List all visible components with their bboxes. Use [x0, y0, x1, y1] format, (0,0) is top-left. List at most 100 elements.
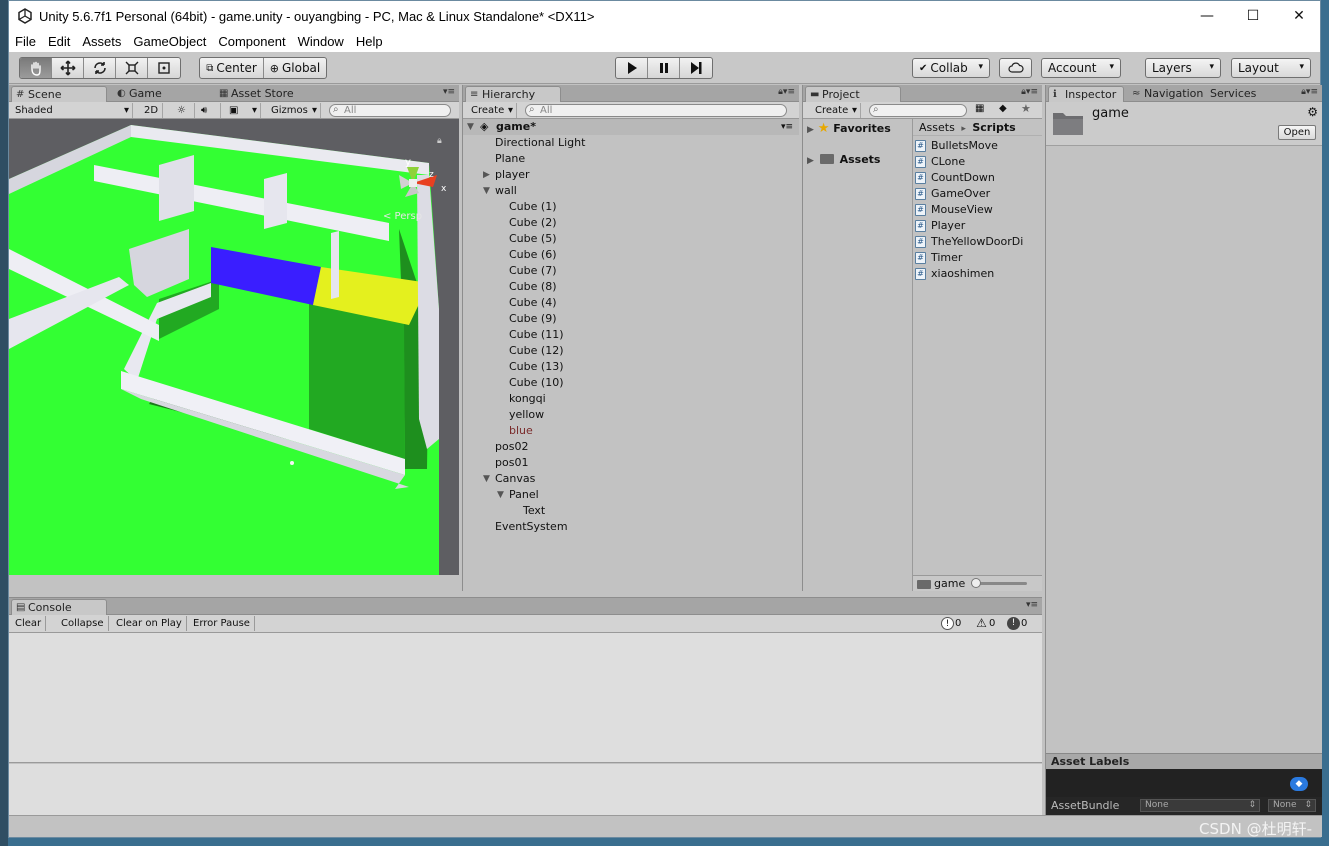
search-by-type-icon[interactable]: ▦: [975, 103, 984, 114]
open-button[interactable]: Open: [1278, 125, 1316, 140]
hand-tool-button[interactable]: [20, 58, 52, 78]
tab-project[interactable]: ▬ Project: [805, 86, 901, 102]
hierarchy-item[interactable]: Cube (8): [463, 279, 799, 295]
icon-size-slider[interactable]: [971, 578, 1027, 588]
audio-toggle[interactable]: 🔊︎: [197, 103, 221, 118]
settings-gear-icon[interactable]: ⚙: [1307, 105, 1318, 119]
rect-tool-button[interactable]: [148, 58, 180, 78]
expand-toggle-icon[interactable]: ▶: [483, 167, 490, 183]
favorite-star-icon[interactable]: ★: [1021, 102, 1031, 115]
hierarchy-item[interactable]: Cube (11): [463, 327, 799, 343]
close-button[interactable]: ✕: [1276, 1, 1322, 31]
tab-hierarchy[interactable]: ≡ Hierarchy: [465, 86, 561, 102]
rotate-tool-button[interactable]: [84, 58, 116, 78]
project-search-input[interactable]: [869, 104, 967, 117]
console-detail-area[interactable]: [9, 764, 1042, 816]
tab-services[interactable]: Services: [1206, 86, 1272, 102]
minimize-button[interactable]: —: [1184, 1, 1230, 31]
slider-thumb[interactable]: [971, 578, 981, 588]
layers-dropdown[interactable]: Layers ▾: [1145, 58, 1221, 78]
expand-toggle-icon[interactable]: ▼: [467, 119, 474, 135]
hierarchy-item[interactable]: Cube (9): [463, 311, 799, 327]
scene-search-input[interactable]: All: [329, 104, 451, 117]
error-count-toggle[interactable]: ! 0: [1005, 616, 1031, 631]
script-item[interactable]: # Player: [915, 218, 965, 234]
hierarchy-item[interactable]: pos02: [463, 439, 799, 455]
hierarchy-item[interactable]: yellow: [463, 407, 799, 423]
panel-menu-icon[interactable]: 🔒︎▾≡: [1021, 87, 1038, 97]
2d-toggle[interactable]: 2D: [139, 103, 163, 118]
console-error-pause-button[interactable]: Error Pause: [189, 616, 255, 631]
hierarchy-item[interactable]: Cube (13): [463, 359, 799, 375]
menu-window[interactable]: Window: [292, 34, 350, 49]
menu-component[interactable]: Component: [212, 34, 291, 49]
breadcrumb-assets[interactable]: Assets: [919, 121, 955, 134]
expand-toggle-icon[interactable]: ▼: [483, 471, 490, 487]
script-item[interactable]: # TheYellowDoorDi: [915, 234, 1023, 250]
tab-game[interactable]: ◐ Game: [113, 86, 195, 102]
step-button[interactable]: [680, 58, 712, 78]
collab-dropdown[interactable]: ✔ Collab ▾: [912, 58, 990, 78]
panel-menu-icon[interactable]: 🔒︎▾≡: [1301, 87, 1318, 97]
project-create-dropdown[interactable]: Create ▾: [811, 103, 861, 118]
hierarchy-item[interactable]: Directional Light: [463, 135, 799, 151]
script-item[interactable]: # MouseView: [915, 202, 993, 218]
favorites-row[interactable]: ▶ ★ Favorites: [807, 121, 891, 137]
console-clear-on-play-button[interactable]: Clear on Play: [112, 616, 187, 631]
hierarchy-item[interactable]: Cube (1): [463, 199, 799, 215]
tab-inspector[interactable]: ℹ Inspector: [1048, 86, 1124, 102]
asset-bundle-dropdown[interactable]: None ⇕: [1140, 799, 1260, 812]
scene-root-row[interactable]: ▼ ◈ game* ▾≡: [463, 119, 799, 135]
hierarchy-item[interactable]: EventSystem: [463, 519, 799, 535]
search-by-label-icon[interactable]: ◆: [999, 103, 1007, 114]
asset-variant-dropdown[interactable]: None ⇕: [1268, 799, 1316, 812]
lighting-toggle[interactable]: ☼: [173, 103, 195, 118]
menu-assets[interactable]: Assets: [76, 34, 127, 49]
expand-toggle-icon[interactable]: ▶: [807, 156, 814, 166]
hierarchy-create-dropdown[interactable]: Create ▾: [467, 103, 517, 118]
console-collapse-button[interactable]: Collapse: [57, 616, 109, 631]
hierarchy-item[interactable]: ▼ Canvas: [463, 471, 799, 487]
script-item[interactable]: # GameOver: [915, 186, 990, 202]
hierarchy-item[interactable]: Cube (5): [463, 231, 799, 247]
tab-scene[interactable]: # Scene: [11, 86, 107, 102]
script-item[interactable]: # CountDown: [915, 170, 995, 186]
expand-toggle-icon[interactable]: ▼: [483, 183, 490, 199]
lock-icon[interactable]: 🔒︎: [437, 136, 442, 146]
gizmos-dropdown[interactable]: Gizmos ▾: [267, 103, 321, 118]
maximize-button[interactable]: ☐: [1230, 1, 1276, 31]
hierarchy-item[interactable]: kongqi: [463, 391, 799, 407]
hierarchy-item[interactable]: ▶ player: [463, 167, 799, 183]
scene-viewport[interactable]: y z x < Persp 🔒︎: [9, 119, 459, 575]
panel-menu-icon[interactable]: 🔒︎▾≡: [778, 87, 795, 97]
hierarchy-item[interactable]: ▼ wall: [463, 183, 799, 199]
hierarchy-item[interactable]: pos01: [463, 455, 799, 471]
hierarchy-item[interactable]: Text: [463, 503, 799, 519]
console-log-list[interactable]: [9, 633, 1042, 763]
menu-edit[interactable]: Edit: [42, 34, 76, 49]
hierarchy-item[interactable]: Cube (2): [463, 215, 799, 231]
play-button[interactable]: [616, 58, 648, 78]
effects-dropdown[interactable]: ▣ ▾: [225, 103, 261, 118]
pause-button[interactable]: [648, 58, 680, 78]
tab-navigation[interactable]: ≈ Navigation: [1128, 86, 1206, 102]
hierarchy-item[interactable]: Cube (6): [463, 247, 799, 263]
warning-count-toggle[interactable]: ⚠ 0: [973, 616, 999, 631]
hierarchy-item[interactable]: blue: [463, 423, 799, 439]
tab-asset-store[interactable]: ▦ Asset Store: [215, 86, 313, 102]
script-item[interactable]: # BulletsMove: [915, 138, 998, 154]
hierarchy-item[interactable]: Cube (4): [463, 295, 799, 311]
panel-menu-icon[interactable]: ▾≡: [443, 87, 455, 97]
account-dropdown[interactable]: Account ▾: [1041, 58, 1121, 78]
layout-dropdown[interactable]: Layout ▾: [1231, 58, 1311, 78]
hierarchy-item[interactable]: Cube (7): [463, 263, 799, 279]
hierarchy-item[interactable]: Cube (12): [463, 343, 799, 359]
hierarchy-item[interactable]: Cube (10): [463, 375, 799, 391]
persp-label[interactable]: < Persp: [383, 211, 422, 222]
pivot-global-toggle[interactable]: ⊕ Global: [264, 58, 326, 78]
panel-menu-icon[interactable]: ▾≡: [1026, 600, 1038, 610]
tag-icon[interactable]: ◆: [1290, 777, 1308, 791]
scale-tool-button[interactable]: [116, 58, 148, 78]
hierarchy-search-input[interactable]: All: [525, 104, 787, 117]
expand-toggle-icon[interactable]: ▼: [497, 487, 504, 503]
